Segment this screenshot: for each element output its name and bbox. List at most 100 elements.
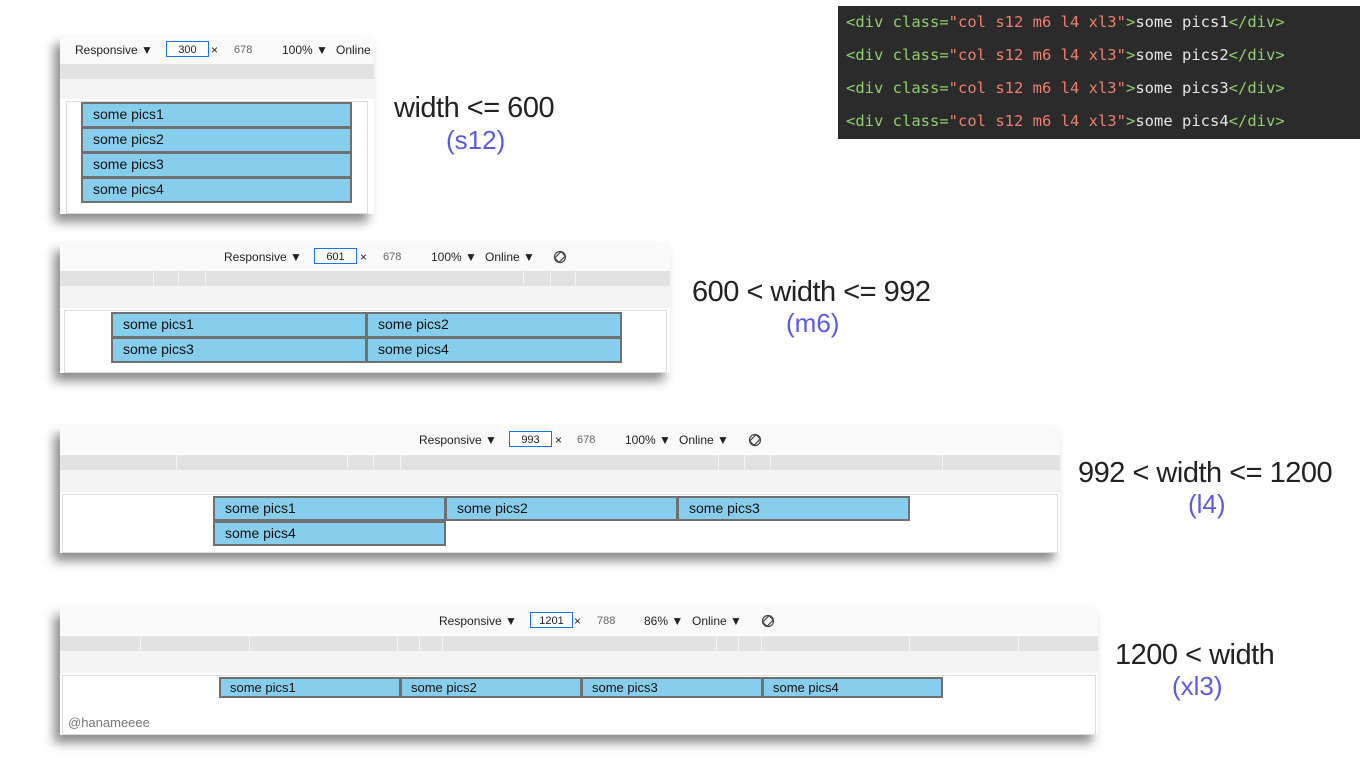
rotate-icon[interactable] [553, 250, 567, 264]
code-line: <div class="col s12 m6 l4 xl3">some pics… [846, 39, 1285, 72]
code-attr: class= [892, 46, 949, 64]
device-toolbar: Responsive ▼ 300 × 678 100% ▼ Online [60, 36, 374, 64]
code-line: <div class="col s12 m6 l4 xl3">some pics… [846, 6, 1285, 39]
grid-cell: some pics2 [400, 677, 582, 698]
breakpoint-label: 1200 < width [1115, 639, 1275, 671]
code-tag-end: > [1125, 46, 1136, 64]
device-toolbar: Responsive ▼ 601 × 678 100% ▼ Online ▼ [60, 243, 670, 271]
code-snippet: <div class="col s12 m6 l4 xl3">some pics… [838, 6, 1360, 139]
device-viewport: some pics1 some pics2 some pics3 some pi… [62, 494, 1058, 553]
rotate-icon[interactable] [748, 433, 762, 447]
watermark: @hanameeee [68, 715, 150, 730]
ruler-gap [60, 470, 1060, 492]
code-string: "col s12 m6 l4 xl3" [948, 46, 1126, 64]
media-query-bar[interactable] [60, 64, 374, 79]
ruler-gap [60, 79, 374, 99]
grid-cell: some pics2 [366, 312, 622, 338]
devtools-panel-m6: Responsive ▼ 601 × 678 100% ▼ Online ▼ s… [60, 243, 670, 373]
code-tag-open: <div [846, 112, 893, 130]
times-icon: × [211, 43, 219, 57]
devtools-panel-xl3: Responsive ▼ 1201 × 788 86% ▼ Online ▼ s… [60, 607, 1098, 735]
code-tag-close: </div> [1228, 46, 1285, 64]
grid-cell: some pics4 [762, 677, 943, 698]
breakpoint-label: 992 < width <= 1200 [1078, 457, 1333, 489]
code-string: "col s12 m6 l4 xl3" [948, 13, 1126, 31]
code-text: some pics3 [1135, 79, 1229, 97]
code-line: <div class="col s12 m6 l4 xl3">some pics… [846, 72, 1285, 105]
device-viewport: some pics1 some pics2 some pics3 some pi… [66, 101, 368, 214]
code-attr: class= [892, 112, 949, 130]
media-query-bar[interactable] [60, 636, 1098, 651]
code-attr: class= [892, 13, 949, 31]
code-attr: class= [892, 79, 949, 97]
breakpoint-class: (xl3) [1172, 671, 1223, 701]
network-select[interactable]: Online ▼ [679, 426, 729, 454]
code-tag-end: > [1125, 79, 1136, 97]
width-input[interactable]: 993 [509, 431, 552, 447]
zoom-select[interactable]: 86% ▼ [644, 607, 683, 635]
device-select[interactable]: Responsive ▼ [439, 607, 517, 635]
breakpoint-class: (l4) [1188, 489, 1226, 519]
grid-cell: some pics2 [81, 127, 352, 153]
device-select[interactable]: Responsive ▼ [419, 426, 497, 454]
device-toolbar: Responsive ▼ 1201 × 788 86% ▼ Online ▼ [60, 607, 1098, 635]
code-text: some pics4 [1135, 112, 1229, 130]
width-input[interactable]: 1201 [530, 612, 573, 628]
height-input[interactable]: 678 [577, 426, 595, 454]
grid-cell: some pics1 [219, 677, 401, 698]
width-input[interactable]: 300 [166, 41, 209, 57]
code-line: <div class="col s12 m6 l4 xl3">some pics… [846, 105, 1285, 138]
times-icon: × [555, 433, 563, 447]
media-query-bar[interactable] [60, 455, 1060, 470]
zoom-select[interactable]: 100% ▼ [431, 243, 477, 271]
grid-cell: some pics2 [445, 496, 678, 521]
height-input[interactable]: 678 [234, 36, 252, 64]
grid-cell: some pics1 [213, 496, 446, 521]
grid-cell: some pics4 [213, 521, 446, 546]
device-toolbar: Responsive ▼ 993 × 678 100% ▼ Online ▼ [60, 426, 1060, 454]
device-viewport: some pics1 some pics2 some pics3 some pi… [62, 675, 1096, 735]
device-select[interactable]: Responsive ▼ [75, 36, 153, 64]
height-input[interactable]: 788 [597, 607, 615, 635]
code-text: some pics2 [1135, 46, 1229, 64]
devtools-panel-l4: Responsive ▼ 993 × 678 100% ▼ Online ▼ s… [60, 426, 1060, 553]
ruler-gap [60, 286, 670, 308]
grid-cell: some pics3 [581, 677, 763, 698]
zoom-select[interactable]: 100% ▼ [282, 36, 328, 64]
grid-cell: some pics3 [677, 496, 910, 521]
network-select[interactable]: Online [336, 36, 371, 64]
code-tag-end: > [1125, 112, 1136, 130]
code-tag-close: </div> [1228, 79, 1285, 97]
ruler-gap [60, 651, 1098, 673]
breakpoint-label: width <= 600 [394, 92, 555, 124]
code-tag-open: <div [846, 46, 893, 64]
code-tag-open: <div [846, 79, 893, 97]
code-tag-open: <div [846, 13, 893, 31]
breakpoint-class: (s12) [446, 125, 506, 155]
times-icon: × [574, 614, 582, 628]
grid-cell: some pics3 [81, 152, 352, 178]
code-tag-end: > [1125, 13, 1136, 31]
devtools-panel-s12: Responsive ▼ 300 × 678 100% ▼ Online som… [60, 36, 374, 214]
breakpoint-label: 600 < width <= 992 [692, 276, 931, 308]
code-string: "col s12 m6 l4 xl3" [948, 112, 1126, 130]
grid-cell: some pics4 [81, 177, 352, 203]
network-select[interactable]: Online ▼ [485, 243, 535, 271]
media-query-bar[interactable] [60, 271, 670, 286]
zoom-select[interactable]: 100% ▼ [625, 426, 671, 454]
code-tag-close: </div> [1228, 112, 1285, 130]
width-input[interactable]: 601 [314, 248, 357, 264]
rotate-icon[interactable] [761, 614, 775, 628]
device-viewport: some pics1 some pics2 some pics3 some pi… [64, 310, 667, 373]
grid-cell: some pics1 [81, 102, 352, 128]
network-select[interactable]: Online ▼ [692, 607, 742, 635]
height-input[interactable]: 678 [383, 243, 401, 271]
grid-cell: some pics1 [111, 312, 367, 338]
code-text: some pics1 [1135, 13, 1229, 31]
times-icon: × [360, 250, 368, 264]
code-string: "col s12 m6 l4 xl3" [948, 79, 1126, 97]
code-tag-close: </div> [1228, 13, 1285, 31]
grid-cell: some pics3 [111, 337, 367, 363]
grid-cell: some pics4 [366, 337, 622, 363]
device-select[interactable]: Responsive ▼ [224, 243, 302, 271]
